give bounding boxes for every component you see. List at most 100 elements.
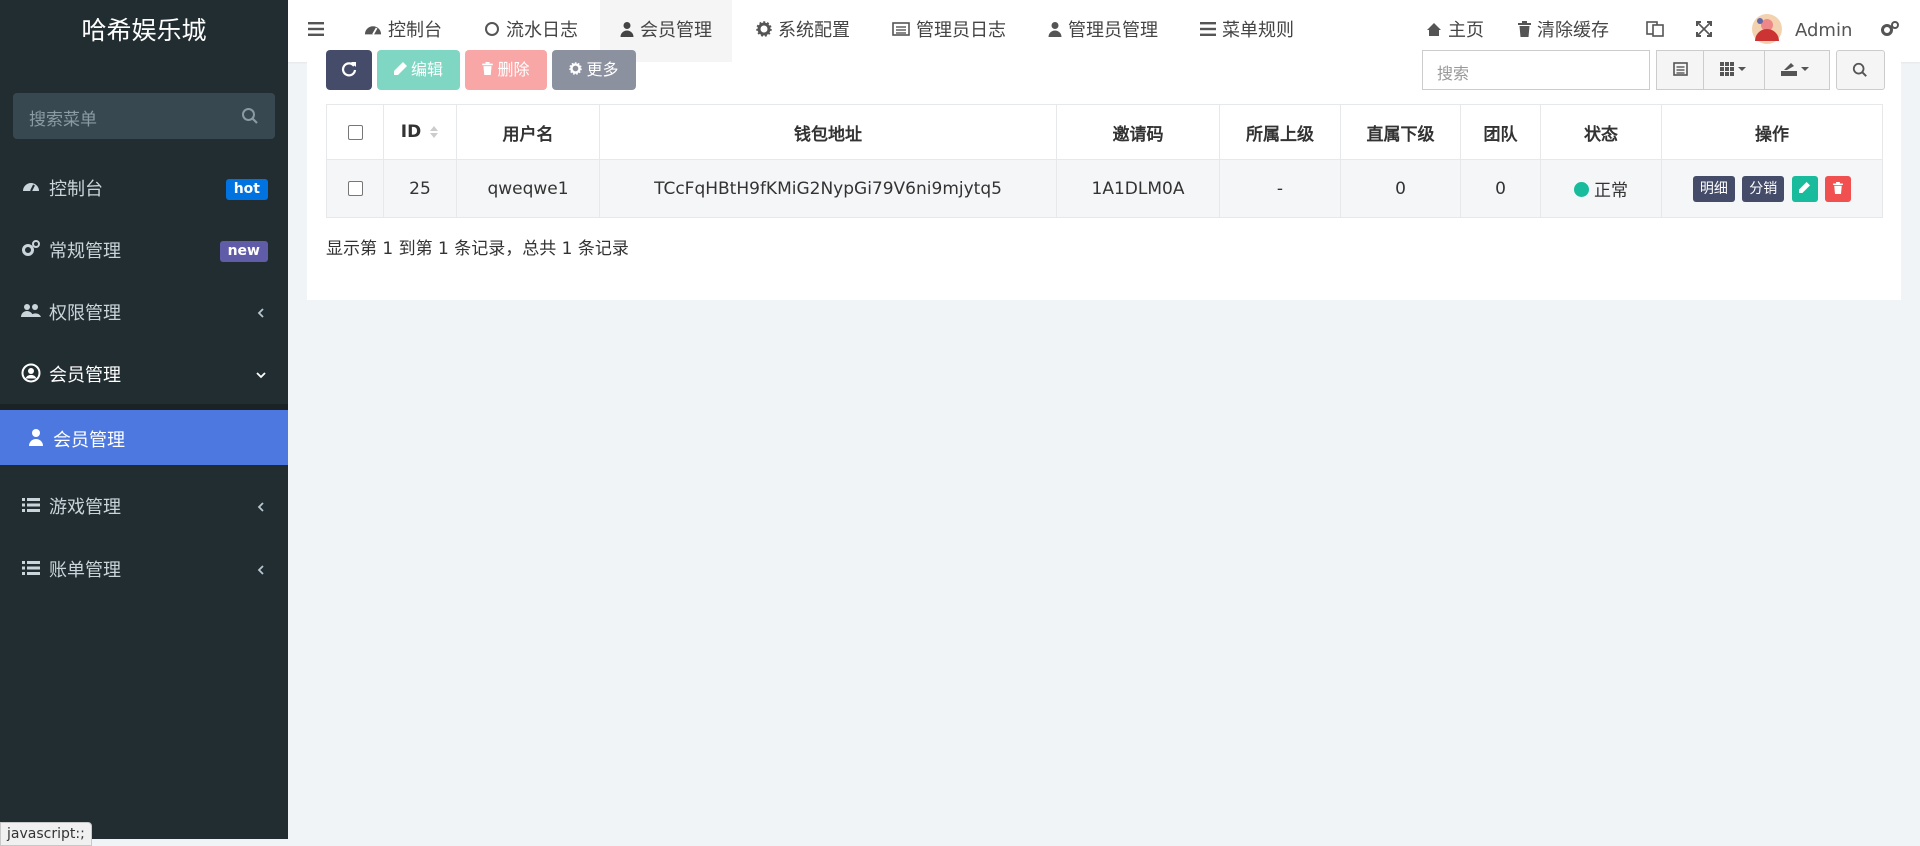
user-circle-icon <box>21 363 41 383</box>
sidebar-item-members[interactable]: 会员管理 <box>0 342 288 404</box>
tab-menu-rules[interactable]: 菜单规则 <box>1200 0 1294 62</box>
username-label: Admin <box>1795 20 1853 41</box>
header-status: 状态 <box>1540 104 1662 160</box>
header-wallet: 钱包地址 <box>599 104 1057 160</box>
row-edit-button[interactable] <box>1791 175 1818 202</box>
header-label: ID <box>400 122 422 142</box>
delete-button-label: 删除 <box>497 60 530 79</box>
more-button-label: 更多 <box>586 60 619 79</box>
cell-status[interactable]: 正常 <box>1540 159 1662 218</box>
export-dropdown-button[interactable] <box>1764 50 1830 90</box>
tab-admin-log[interactable]: 管理员日志 <box>892 0 1006 62</box>
detail-button[interactable]: 明细 <box>1692 175 1735 202</box>
table-row: 25 qweqwe1 TCcFqHBtH9fKMiG2NypGi79V6ni9m… <box>326 159 1883 218</box>
row-checkbox[interactable] <box>347 181 363 196</box>
tab-label: 控制台 <box>388 20 442 41</box>
cell-team: 0 <box>1460 159 1541 218</box>
header-username: 用户名 <box>456 104 600 160</box>
hot-badge: hot <box>225 179 268 200</box>
list-alt-icon <box>892 22 910 36</box>
table-search-placeholder: 搜索 <box>1437 64 1470 83</box>
grid-icon <box>1720 62 1746 76</box>
edit-button-label: 编辑 <box>410 60 443 79</box>
advanced-search-button[interactable] <box>1836 50 1885 90</box>
list-alt-icon <box>1673 62 1688 76</box>
export-icon <box>1781 63 1809 76</box>
refresh-button[interactable] <box>326 50 372 90</box>
delete-button[interactable]: 删除 <box>465 50 547 90</box>
columns-dropdown-button[interactable] <box>1703 50 1767 90</box>
header-invite-code: 邀请码 <box>1056 104 1220 160</box>
distribute-button[interactable]: 分销 <box>1742 175 1785 202</box>
table-search-input[interactable]: 搜索 <box>1422 50 1650 90</box>
status-label: 正常 <box>1594 181 1628 201</box>
menu-icon <box>308 22 324 36</box>
dashboard-icon <box>23 183 39 192</box>
pagination-info: 显示第 1 到第 1 条记录，总共 1 条记录 <box>326 239 629 259</box>
tab-label: 管理员日志 <box>916 20 1006 41</box>
sidebar: 哈希娱乐城 搜索菜单 控制台 hot 常规管理 new 权限管理 会员管理 会员… <box>0 0 288 846</box>
select-all-header <box>326 104 384 160</box>
tab-label: 管理员管理 <box>1068 20 1158 41</box>
header-actions: 操作 <box>1661 104 1883 160</box>
home-label: 主页 <box>1448 20 1484 41</box>
chevron-down-icon <box>256 372 266 379</box>
sort-icon[interactable] <box>429 125 439 139</box>
sidebar-item-label: 游戏管理 <box>49 497 121 518</box>
edit-button[interactable]: 编辑 <box>377 50 460 90</box>
user-icon <box>620 22 634 37</box>
user-icon <box>1048 22 1062 37</box>
sidebar-item-label: 常规管理 <box>49 241 121 262</box>
search-icon <box>1852 62 1867 77</box>
cell-username: qweqwe1 <box>456 159 600 218</box>
cell-direct: 0 <box>1340 159 1461 218</box>
search-icon[interactable] <box>241 107 259 125</box>
gear-icon <box>756 21 772 37</box>
tab-label: 流水日志 <box>506 20 578 41</box>
members-table: ID 用户名 钱包地址 邀请码 所属上级 直属下级 团队 状态 操作 25 qw… <box>326 104 1883 218</box>
sidebar-subitem-label: 会员管理 <box>53 430 125 451</box>
circle-icon <box>485 22 499 36</box>
row-delete-button[interactable] <box>1825 175 1852 202</box>
table-header-row: ID 用户名 钱包地址 邀请码 所属上级 直属下级 团队 状态 操作 <box>326 104 1883 160</box>
more-button[interactable]: 更多 <box>552 50 636 90</box>
sidebar-subitem-members[interactable]: 会员管理 <box>0 410 288 465</box>
pencil-icon <box>393 62 407 75</box>
sidebar-item-label: 权限管理 <box>49 303 121 324</box>
pencil-icon <box>1799 182 1811 193</box>
new-badge: new <box>219 241 268 262</box>
tab-admin-manage[interactable]: 管理员管理 <box>1048 0 1158 62</box>
sidebar-item-label: 账单管理 <box>49 560 121 581</box>
chevron-left-icon <box>257 502 264 512</box>
select-all-checkbox[interactable] <box>347 124 363 140</box>
tab-system-config[interactable]: 系统配置 <box>756 0 850 62</box>
sidebar-item-dashboard[interactable]: 控制台 hot <box>0 156 288 218</box>
sidebar-item-general[interactable]: 常规管理 new <box>0 218 288 280</box>
tab-label: 菜单规则 <box>1222 20 1294 41</box>
sidebar-search-input[interactable]: 搜索菜单 <box>13 93 275 139</box>
cell-id: 25 <box>383 159 457 218</box>
cell-wallet: TCcFqHBtH9fKMiG2NypGi79V6ni9mjytq5 <box>599 159 1057 218</box>
header-id[interactable]: ID <box>383 104 457 160</box>
language-icon <box>1646 21 1664 37</box>
trash-icon <box>1833 181 1843 194</box>
tab-label: 系统配置 <box>778 20 850 41</box>
list-icon <box>22 498 40 512</box>
cogs-icon <box>22 240 40 256</box>
header-parent: 所属上级 <box>1219 104 1341 160</box>
status-link-tooltip: javascript:; <box>0 822 92 846</box>
clear-cache-label: 清除缓存 <box>1537 20 1609 41</box>
sidebar-item-bills[interactable]: 账单管理 <box>0 537 288 599</box>
sidebar-item-permissions[interactable]: 权限管理 <box>0 280 288 342</box>
app-logo-title[interactable]: 哈希娱乐城 <box>0 0 288 62</box>
toggle-view-button[interactable] <box>1656 50 1706 90</box>
users-icon <box>21 304 41 317</box>
chevron-left-icon <box>257 565 264 575</box>
user-icon <box>29 429 43 446</box>
sidebar-item-label: 控制台 <box>49 179 103 200</box>
avatar <box>1752 14 1782 44</box>
sidebar-item-label: 会员管理 <box>49 365 121 386</box>
sidebar-item-games[interactable]: 游戏管理 <box>0 474 288 536</box>
cell-actions: 明细 分销 <box>1661 159 1883 218</box>
row-select-cell <box>326 159 384 218</box>
